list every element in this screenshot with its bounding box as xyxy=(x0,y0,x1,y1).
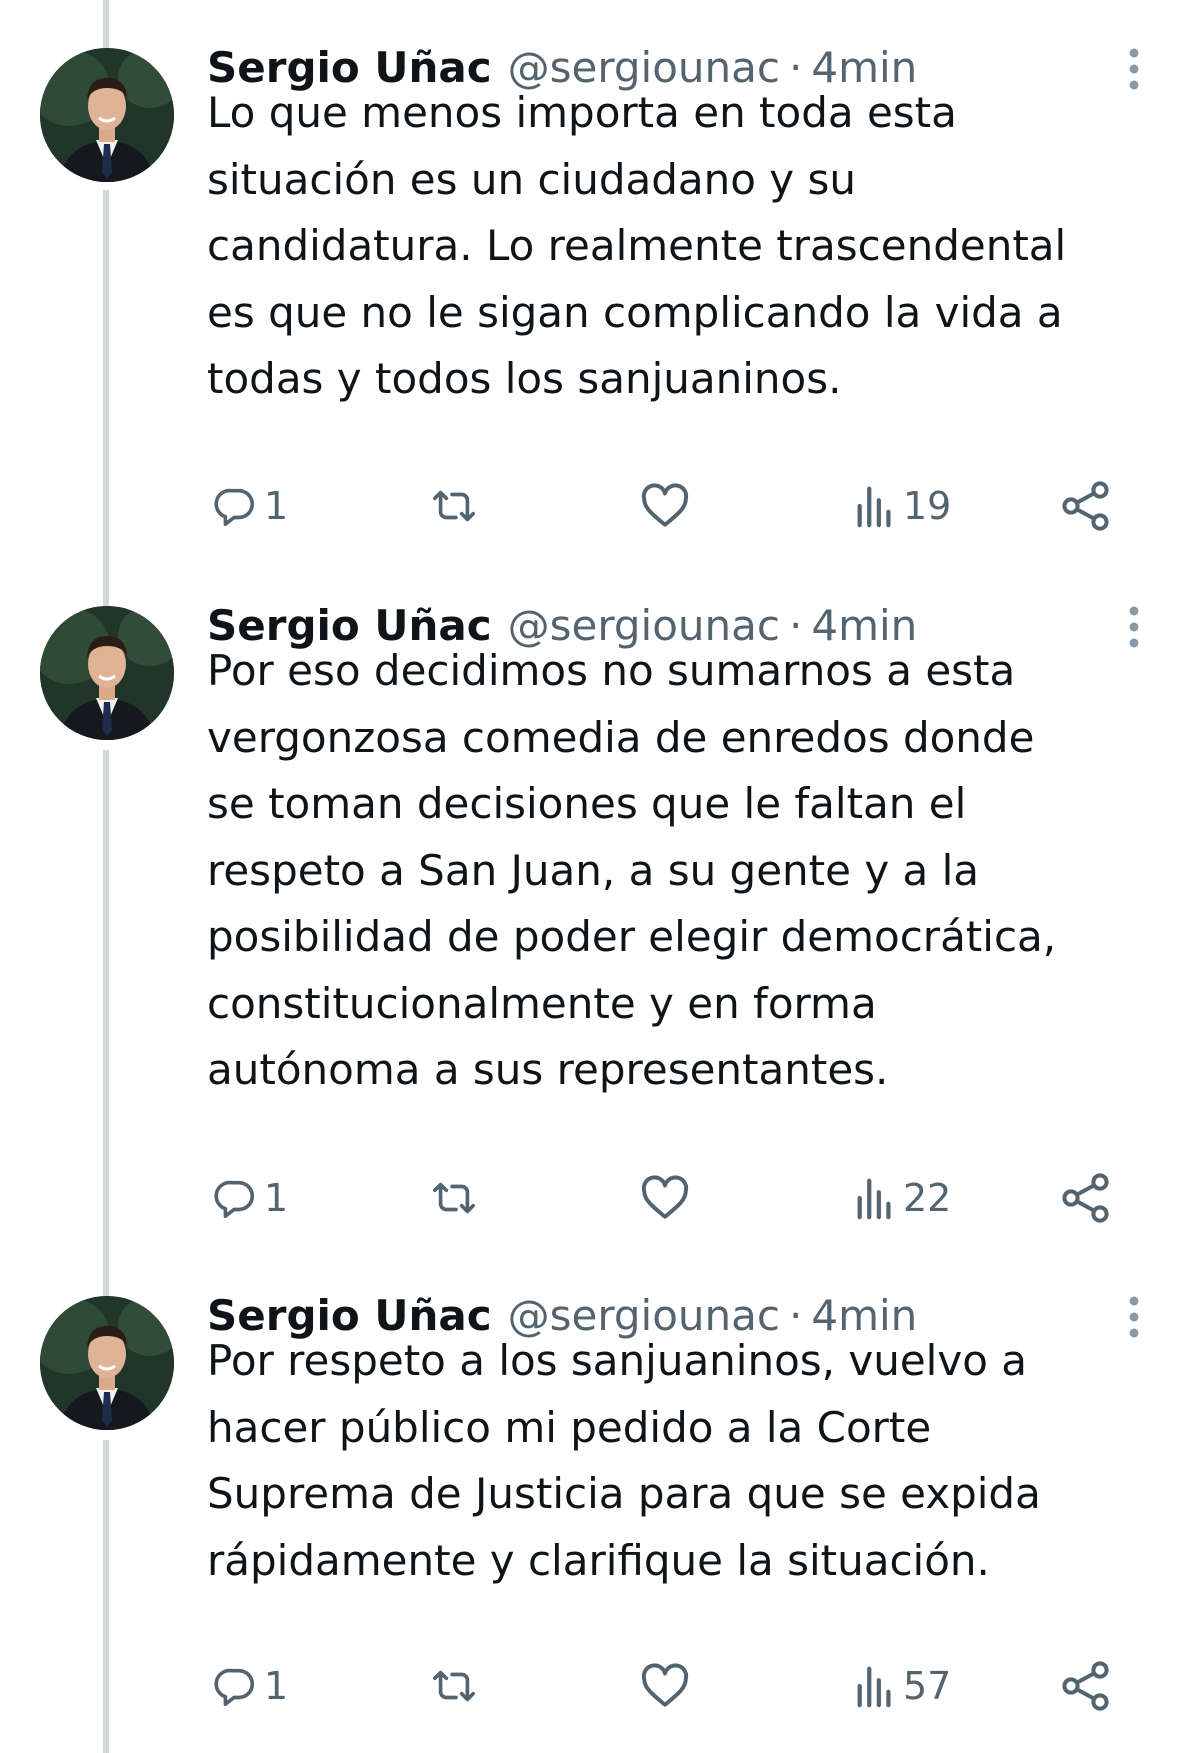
tweet-text: Por eso decidimos no sumarnos a esta ver… xyxy=(207,646,1057,1094)
heart-icon xyxy=(640,1663,690,1709)
tweet-text: Por respeto a los sanjuaninos, vuelvo a … xyxy=(207,1336,1041,1585)
thread-line xyxy=(103,0,109,48)
reply-count: 1 xyxy=(264,484,289,528)
views-button[interactable]: 57 xyxy=(853,1656,951,1716)
share-icon xyxy=(1060,1660,1112,1712)
reply-icon xyxy=(212,1663,258,1709)
reply-icon xyxy=(212,1175,258,1221)
avatar[interactable] xyxy=(40,606,174,740)
reply-count: 1 xyxy=(264,1176,289,1220)
views-icon xyxy=(853,1663,897,1709)
avatar[interactable] xyxy=(40,1296,174,1430)
repost-button[interactable] xyxy=(428,1656,480,1716)
repost-icon xyxy=(428,483,480,529)
views-icon xyxy=(853,1175,897,1221)
share-icon xyxy=(1060,1172,1112,1224)
views-count: 22 xyxy=(903,1176,952,1220)
tweet-text: Lo que menos importa en toda esta situac… xyxy=(207,88,1067,403)
views-button[interactable]: 19 xyxy=(853,476,951,536)
share-button[interactable] xyxy=(1060,1656,1112,1716)
heart-icon xyxy=(640,1175,690,1221)
like-button[interactable] xyxy=(640,1656,690,1716)
reply-count: 1 xyxy=(264,1664,289,1708)
like-button[interactable] xyxy=(640,1168,690,1228)
reply-icon xyxy=(212,483,258,529)
action-bar: 1 22 xyxy=(0,1168,1200,1228)
action-bar: 1 57 xyxy=(0,1656,1200,1716)
reply-button[interactable]: 1 xyxy=(212,1656,288,1716)
views-count: 57 xyxy=(903,1664,952,1708)
reply-button[interactable]: 1 xyxy=(212,476,288,536)
action-bar: 1 19 xyxy=(0,476,1200,536)
avatar[interactable] xyxy=(40,48,174,182)
repost-icon xyxy=(428,1663,480,1709)
views-count: 19 xyxy=(903,484,952,528)
like-button[interactable] xyxy=(640,476,690,536)
repost-button[interactable] xyxy=(428,476,480,536)
repost-button[interactable] xyxy=(428,1168,480,1228)
share-icon xyxy=(1060,480,1112,532)
reply-button[interactable]: 1 xyxy=(212,1168,288,1228)
share-button[interactable] xyxy=(1060,476,1112,536)
share-button[interactable] xyxy=(1060,1168,1112,1228)
views-icon xyxy=(853,483,897,529)
heart-icon xyxy=(640,483,690,529)
views-button[interactable]: 22 xyxy=(853,1168,951,1228)
thread-line xyxy=(103,190,109,610)
repost-icon xyxy=(428,1175,480,1221)
